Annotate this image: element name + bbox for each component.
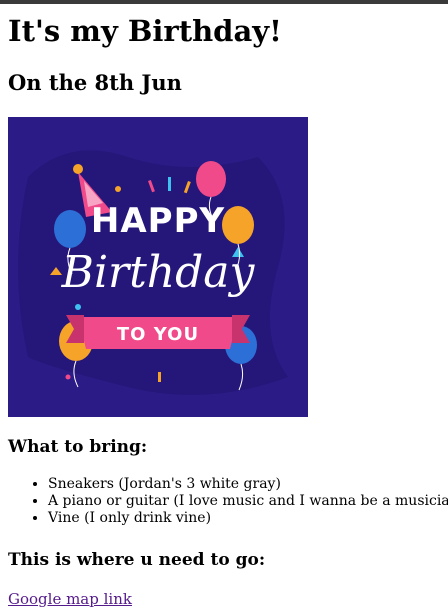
page-title: It's my Birthday! [8, 14, 282, 48]
banner-word-birthday: Birthday [61, 247, 256, 298]
google-map-link[interactable]: Google map link [8, 589, 132, 609]
bring-list: Sneakers (Jordan's 3 white gray) A piano… [48, 476, 448, 527]
location-heading: This is where u need to go: [8, 550, 266, 570]
bring-heading: What to bring: [8, 437, 148, 457]
bring-list-item: Sneakers (Jordan's 3 white gray) [48, 476, 448, 493]
browser-top-bar [0, 0, 448, 4]
birthday-banner-image: HAPPY Birthday TO YOU [8, 117, 308, 417]
bring-list-item: A piano or guitar (I love music and I wa… [48, 493, 448, 510]
banner-word-to-you: TO YOU [117, 324, 199, 345]
bring-list-item: Vine (I only drink vine) [48, 510, 448, 527]
birthday-date: On the 8th Jun [8, 70, 182, 95]
banner-word-happy: HAPPY [91, 201, 225, 241]
